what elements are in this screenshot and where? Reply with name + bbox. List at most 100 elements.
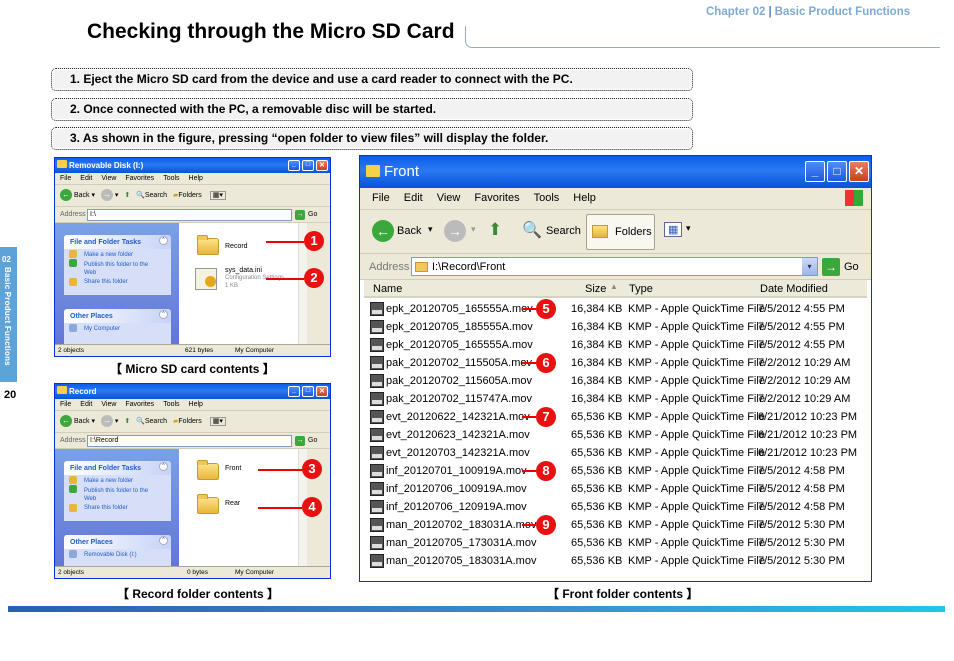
front-title-bar[interactable]: Front _ □ ✕ bbox=[360, 156, 871, 188]
folders-button[interactable]: Folders bbox=[178, 418, 201, 425]
task-share[interactable]: Share this folder bbox=[69, 277, 171, 286]
file-row[interactable]: man_20120705_173031A.mov 65,536 KB KMP - A… bbox=[364, 534, 867, 552]
address-dropdown-icon[interactable]: ▾ bbox=[802, 258, 817, 275]
back-arrow-icon[interactable]: ← bbox=[60, 415, 72, 427]
close-button[interactable]: ✕ bbox=[316, 160, 328, 171]
menu-favorites[interactable]: Favorites bbox=[125, 175, 154, 182]
forward-arrow-icon[interactable]: → bbox=[100, 415, 113, 427]
go-arrow-icon[interactable]: → bbox=[822, 258, 840, 276]
task-new-folder[interactable]: Make a new folder bbox=[69, 475, 171, 484]
other-place-link[interactable]: My Computer bbox=[69, 323, 171, 332]
file-row[interactable]: pak_20120702_115605A.mov 16,384 KB KMP - A… bbox=[364, 372, 867, 390]
ini-file-icon[interactable] bbox=[195, 268, 217, 290]
file-row[interactable]: man_20120705_183031A.mov 65,536 KB KMP - A… bbox=[364, 552, 867, 570]
search-button[interactable]: Search bbox=[546, 225, 581, 237]
folder-icon[interactable] bbox=[197, 460, 219, 480]
views-icon[interactable]: ▦▾ bbox=[209, 190, 226, 200]
go-button[interactable]: Go bbox=[308, 437, 317, 444]
close-button[interactable]: ✕ bbox=[316, 386, 328, 397]
menu-help[interactable]: Help bbox=[573, 192, 596, 204]
address-input[interactable]: I:\Record bbox=[87, 435, 292, 447]
other-places-header[interactable]: Other Places ⌃ bbox=[64, 309, 171, 323]
task-share[interactable]: Share this folder bbox=[69, 503, 171, 512]
item-rear[interactable]: Rear bbox=[225, 500, 240, 507]
folder-icon[interactable] bbox=[197, 235, 219, 255]
address-input[interactable]: I:\ bbox=[87, 209, 292, 221]
file-row[interactable]: inf_20120706_120919A.mov 65,536 KB KMP - A… bbox=[364, 498, 867, 516]
menu-view[interactable]: View bbox=[101, 401, 116, 408]
maximize-button[interactable]: □ bbox=[302, 160, 314, 171]
sd-title-bar[interactable]: Removable Disk (I:) _ □ ✕ bbox=[55, 158, 330, 173]
maximize-button[interactable]: □ bbox=[302, 386, 314, 397]
go-arrow-icon[interactable]: → bbox=[295, 210, 305, 220]
go-button[interactable]: Go bbox=[308, 211, 317, 218]
menu-favorites[interactable]: Favorites bbox=[125, 401, 154, 408]
back-dropdown-icon[interactable]: ▾ bbox=[428, 224, 433, 235]
column-name[interactable]: Name bbox=[373, 283, 402, 295]
folders-toggle[interactable]: Folders bbox=[586, 214, 655, 250]
minimize-button[interactable]: _ bbox=[805, 161, 825, 182]
menu-file[interactable]: File bbox=[372, 192, 390, 204]
file-row[interactable]: epk_20120705_165555A.mov 16,384 KB KMP - A… bbox=[364, 336, 867, 354]
menu-file[interactable]: File bbox=[60, 175, 71, 182]
file-row[interactable]: epk_20120705_165555A.mov 16,384 KB KMP - A… bbox=[364, 300, 867, 318]
file-row[interactable]: man_20120702_183031A.mov 65,536 KB KMP - A… bbox=[364, 516, 867, 534]
item-record[interactable]: Record bbox=[225, 243, 248, 250]
file-row[interactable]: inf_20120701_100919A.mov 65,536 KB KMP - A… bbox=[364, 462, 867, 480]
search-button[interactable]: Search bbox=[145, 418, 167, 425]
menu-edit[interactable]: Edit bbox=[80, 175, 92, 182]
menu-favorites[interactable]: Favorites bbox=[474, 192, 519, 204]
menu-tools[interactable]: Tools bbox=[163, 175, 179, 182]
menu-tools[interactable]: Tools bbox=[534, 192, 560, 204]
menu-file[interactable]: File bbox=[60, 401, 71, 408]
collapse-icon[interactable]: ⌃ bbox=[159, 310, 168, 319]
menu-edit[interactable]: Edit bbox=[80, 401, 92, 408]
go-arrow-icon[interactable]: → bbox=[295, 436, 305, 446]
task-publish[interactable]: Publish this folder to the Web bbox=[69, 258, 149, 277]
column-size[interactable]: Size bbox=[585, 283, 606, 295]
back-button[interactable]: Back bbox=[74, 418, 90, 425]
file-row[interactable]: evt_20120623_142321A.mov 65,536 KB KMP - A… bbox=[364, 426, 867, 444]
column-date[interactable]: Date Modified bbox=[760, 283, 828, 295]
other-places-header[interactable]: Other Places ⌃ bbox=[64, 535, 171, 549]
task-new-folder[interactable]: Make a new folder bbox=[69, 249, 171, 258]
item-front[interactable]: Front bbox=[225, 465, 241, 472]
menu-view[interactable]: View bbox=[101, 175, 116, 182]
forward-dropdown-icon[interactable]: ▾ bbox=[471, 224, 476, 235]
up-folder-icon[interactable]: ⬆ bbox=[124, 418, 130, 425]
record-title-bar[interactable]: Record _ □ ✕ bbox=[55, 384, 330, 399]
close-button[interactable]: ✕ bbox=[849, 161, 869, 182]
collapse-icon[interactable]: ⌃ bbox=[159, 236, 168, 245]
views-icon[interactable]: ▦▾ bbox=[209, 416, 226, 426]
menu-tools[interactable]: Tools bbox=[163, 401, 179, 408]
search-button[interactable]: Search bbox=[145, 192, 167, 199]
folders-button[interactable]: Folders bbox=[178, 192, 201, 199]
go-button[interactable]: Go bbox=[844, 261, 859, 273]
views-icon[interactable]: ▦ bbox=[664, 222, 683, 237]
forward-arrow-icon[interactable]: → bbox=[100, 189, 113, 201]
back-button[interactable]: Back bbox=[74, 192, 90, 199]
column-type[interactable]: Type bbox=[629, 283, 653, 295]
forward-arrow-icon[interactable]: → bbox=[444, 220, 466, 242]
back-arrow-icon[interactable]: ← bbox=[372, 220, 394, 242]
minimize-button[interactable]: _ bbox=[288, 160, 300, 171]
file-row[interactable]: evt_20120622_142321A.mov 65,536 KB KMP - A… bbox=[364, 408, 867, 426]
file-row[interactable]: pak_20120702_115505A.mov 16,384 KB KMP - A… bbox=[364, 354, 867, 372]
file-row[interactable]: pak_20120702_115747A.mov 16,384 KB KMP - A… bbox=[364, 390, 867, 408]
file-row[interactable]: inf_20120706_100919A.mov 65,536 KB KMP - A… bbox=[364, 480, 867, 498]
up-folder-icon[interactable]: ⬆ bbox=[488, 220, 502, 240]
views-dropdown-icon[interactable]: ▾ bbox=[686, 223, 691, 234]
file-folder-tasks-header[interactable]: File and Folder Tasks ⌃ bbox=[64, 461, 171, 475]
menu-help[interactable]: Help bbox=[189, 175, 203, 182]
collapse-icon[interactable]: ⌃ bbox=[159, 462, 168, 471]
up-folder-icon[interactable]: ⬆ bbox=[124, 192, 130, 199]
task-publish[interactable]: Publish this folder to the Web bbox=[69, 484, 149, 503]
minimize-button[interactable]: _ bbox=[288, 386, 300, 397]
folder-icon[interactable] bbox=[197, 494, 219, 514]
item-sys-data[interactable]: sys_data.ini bbox=[225, 267, 262, 274]
collapse-icon[interactable]: ⌃ bbox=[159, 536, 168, 545]
menu-view[interactable]: View bbox=[437, 192, 461, 204]
file-folder-tasks-header[interactable]: File and Folder Tasks ⌃ bbox=[64, 235, 171, 249]
other-place-link[interactable]: Removable Disk (I:) bbox=[69, 549, 171, 558]
file-row[interactable]: epk_20120705_185555A.mov 16,384 KB KMP - A… bbox=[364, 318, 867, 336]
